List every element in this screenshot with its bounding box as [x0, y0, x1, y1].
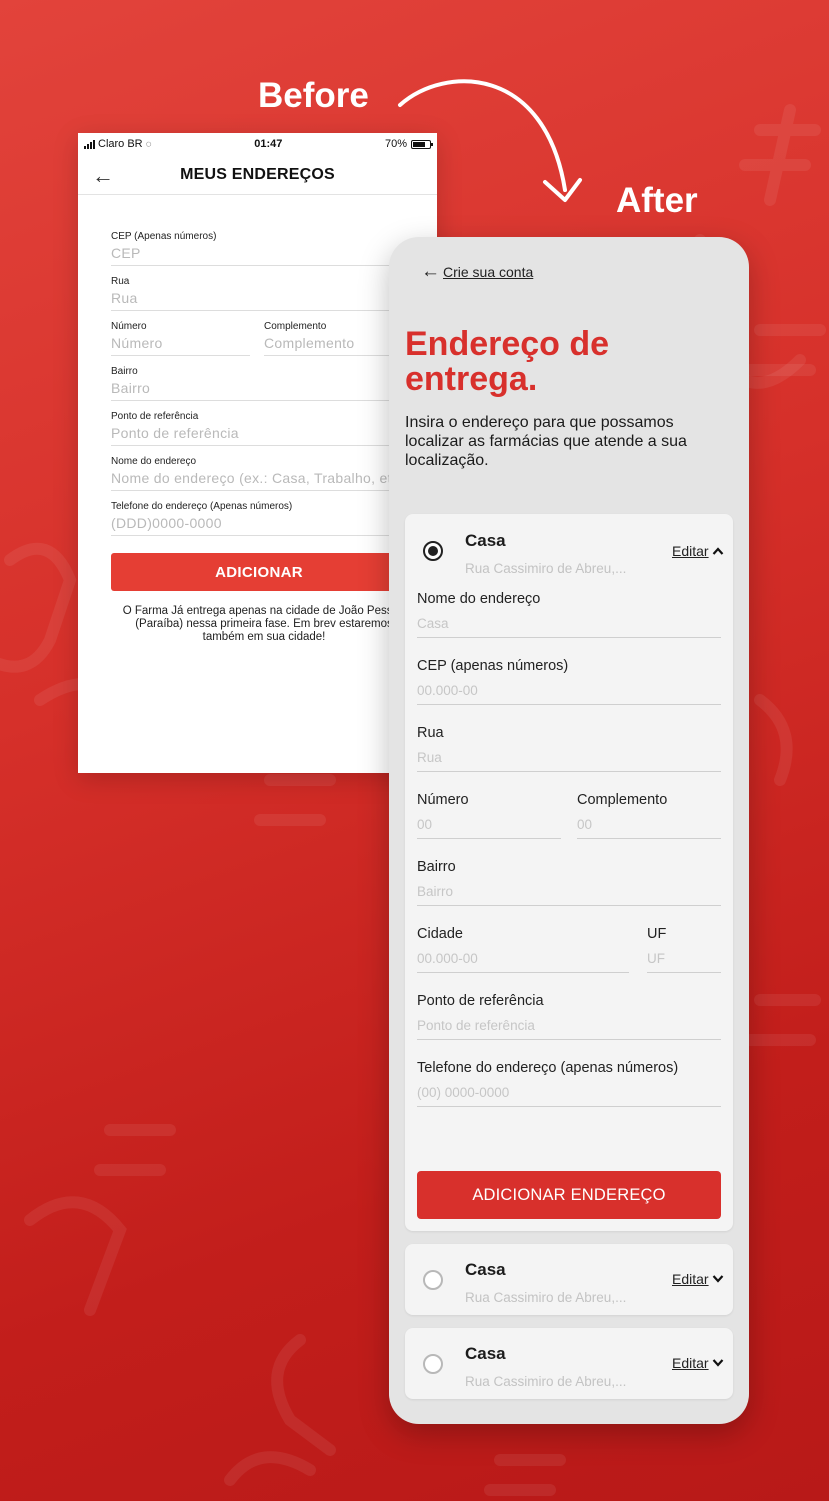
- back-link-label: Crie sua conta: [443, 263, 534, 280]
- field-placeholder: Ponto de referência: [417, 1018, 535, 1033]
- page-title: Endereço de entrega.: [405, 325, 610, 398]
- wifi-icon: ◌: [145, 138, 152, 150]
- rua-field[interactable]: Rua Rua: [111, 276, 411, 311]
- field-label: Cidade: [417, 926, 463, 942]
- nome-endereco-field[interactable]: Nome do endereço Casa: [417, 591, 721, 638]
- arrow-left-icon[interactable]: ←: [92, 163, 114, 189]
- edit-button[interactable]: Editar: [672, 543, 724, 559]
- edit-label: Editar: [672, 1355, 709, 1371]
- field-label: Nome do endereço: [111, 456, 197, 467]
- field-placeholder: CEP: [111, 245, 141, 261]
- field-label: Complemento: [577, 792, 668, 808]
- signal-icon: [84, 139, 95, 149]
- numero-field[interactable]: Número Número: [111, 321, 250, 356]
- field-label: Número: [111, 321, 147, 332]
- card-address: Rua Cassimiro de Abreu,...: [465, 1290, 627, 1305]
- field-placeholder: Nome do endereço (ex.: Casa, Trabalho, e…: [111, 470, 400, 486]
- before-screen: Claro BR ◌ 01:47 70% ← MEUS ENDEREÇOS CE…: [78, 133, 437, 773]
- cep-field[interactable]: CEP (Apenas números) CEP: [111, 231, 411, 266]
- nome-endereco-field[interactable]: Nome do endereço Nome do endereço (ex.: …: [111, 456, 411, 491]
- field-label: Bairro: [111, 366, 138, 377]
- referencia-field[interactable]: Ponto de referência Ponto de referência: [417, 993, 721, 1040]
- card-address: Rua Cassimiro de Abreu,...: [465, 561, 627, 576]
- telefone-field[interactable]: Telefone do endereço (apenas números) (0…: [417, 1060, 721, 1107]
- edit-label: Editar: [672, 1271, 709, 1287]
- radio-unselected[interactable]: [423, 1270, 443, 1290]
- field-placeholder: 00.000-00: [417, 683, 478, 698]
- field-label: Rua: [417, 725, 444, 741]
- field-placeholder: Número: [111, 335, 163, 351]
- carrier: Claro BR: [98, 138, 143, 150]
- chevron-down-icon: [712, 1359, 723, 1367]
- field-label: Telefone do endereço (Apenas números): [111, 501, 293, 512]
- page-subtitle: Insira o endereço para que possamos loca…: [405, 414, 687, 469]
- field-label: Ponto de referência: [417, 993, 544, 1009]
- field-placeholder: Casa: [417, 616, 449, 631]
- battery-percent: 70%: [384, 138, 407, 150]
- after-screen: ← Crie sua conta Endereço de entrega. In…: [389, 237, 749, 1424]
- field-label: Rua: [111, 276, 130, 287]
- field-label: CEP (apenas números): [417, 658, 569, 674]
- delivery-note: O Farma Já entrega apenas na cidade de J…: [122, 605, 406, 643]
- field-placeholder: Bairro: [417, 884, 454, 899]
- bairro-field[interactable]: Bairro Bairro: [111, 366, 411, 401]
- numero-field[interactable]: Número 00: [417, 792, 561, 839]
- field-label: Ponto de referência: [111, 411, 199, 422]
- back-link[interactable]: ← Crie sua conta: [421, 262, 533, 281]
- field-placeholder: Ponto de referência: [111, 425, 239, 441]
- field-label: Bairro: [417, 859, 456, 875]
- rua-field[interactable]: Rua Rua: [417, 725, 721, 772]
- referencia-field[interactable]: Ponto de referência Ponto de referência: [111, 411, 411, 446]
- arrow-left-icon: ←: [421, 261, 440, 282]
- card-title: Casa: [465, 531, 506, 550]
- edit-label: Editar: [672, 543, 709, 559]
- address-card[interactable]: Casa Rua Cassimiro de Abreu,... Editar: [405, 1328, 733, 1399]
- field-placeholder: (00) 0000-0000: [417, 1085, 510, 1100]
- field-label: Número: [417, 792, 469, 808]
- address-card-expanded: Casa Rua Cassimiro de Abreu,... Editar N…: [405, 514, 733, 1231]
- edit-button[interactable]: Editar: [672, 1271, 724, 1287]
- radio-unselected[interactable]: [423, 1354, 443, 1374]
- field-placeholder: 00.000-00: [417, 951, 478, 966]
- status-bar: Claro BR ◌ 01:47 70%: [78, 133, 437, 155]
- before-form: CEP (Apenas números) CEP Rua Rua Número …: [78, 195, 437, 644]
- before-label: Before: [258, 76, 369, 115]
- field-placeholder: 00: [417, 817, 433, 832]
- adicionar-endereco-button[interactable]: ADICIONAR ENDEREÇO: [417, 1171, 721, 1219]
- field-label: Telefone do endereço (apenas números): [417, 1060, 679, 1076]
- cep-field[interactable]: CEP (apenas números) 00.000-00: [417, 658, 721, 705]
- card-title: Casa: [465, 1260, 506, 1279]
- cidade-field[interactable]: Cidade 00.000-00: [417, 926, 629, 973]
- field-label: CEP (Apenas números): [111, 231, 217, 242]
- field-label: UF: [647, 926, 667, 942]
- field-placeholder: Rua: [417, 750, 442, 765]
- card-title: Casa: [465, 1344, 506, 1363]
- telefone-field[interactable]: Telefone do endereço (Apenas números) (D…: [111, 501, 411, 536]
- field-placeholder: Rua: [111, 290, 138, 306]
- field-placeholder: 00: [577, 817, 593, 832]
- chevron-down-icon: [712, 1275, 723, 1283]
- address-form: Nome do endereço Casa CEP (apenas número…: [417, 591, 721, 1127]
- chevron-up-icon: [712, 547, 723, 555]
- field-placeholder: UF: [647, 951, 665, 966]
- uf-field[interactable]: UF UF: [647, 926, 721, 973]
- before-header: ← MEUS ENDEREÇOS: [78, 155, 437, 195]
- after-label: After: [616, 181, 698, 220]
- address-card[interactable]: Casa Rua Cassimiro de Abreu,... Editar: [405, 1244, 733, 1315]
- page-title: MEUS ENDEREÇOS: [180, 165, 335, 183]
- field-placeholder: Bairro: [111, 380, 151, 396]
- bairro-field[interactable]: Bairro Bairro: [417, 859, 721, 906]
- card-address: Rua Cassimiro de Abreu,...: [465, 1374, 627, 1389]
- status-time: 01:47: [254, 138, 283, 150]
- complemento-field[interactable]: Complemento 00: [577, 792, 721, 839]
- field-label: Nome do endereço: [417, 591, 541, 607]
- field-placeholder: (DDD)0000-0000: [111, 515, 222, 531]
- battery-icon: [411, 139, 433, 149]
- radio-selected[interactable]: [423, 541, 443, 561]
- adicionar-button[interactable]: ADICIONAR: [111, 553, 401, 591]
- edit-button[interactable]: Editar: [672, 1355, 724, 1371]
